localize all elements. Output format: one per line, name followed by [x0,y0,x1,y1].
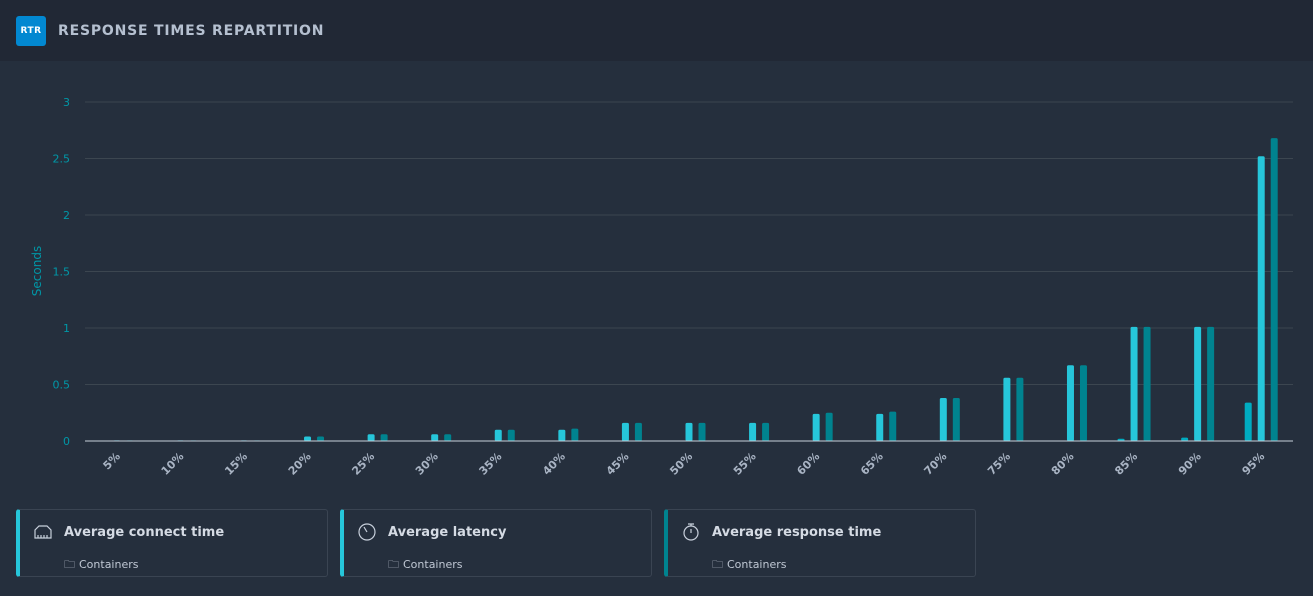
bar-average-latency [876,413,884,441]
bar-average-latency [621,422,629,441]
bar-average-latency [367,434,375,441]
bar-average-latency [1194,326,1202,441]
x-tick-label: 35% [477,450,505,478]
legend-item-connect-time[interactable]: Average connect time 🗀 Containers [16,509,328,577]
x-tick-label: 15% [222,450,250,478]
x-tick-label: 5% [101,450,123,472]
bar-average-latency [558,429,566,441]
x-tick-label: 55% [731,450,759,478]
x-tick-label: 25% [349,450,377,478]
bar-average-response-time [571,428,579,441]
bar-average-latency [939,398,947,441]
header: RTR RESPONSE TIMES REPARTITION [0,0,1313,61]
bar-average-response-time [698,422,706,441]
bar-average-latency [812,413,820,441]
bar-average-latency [431,434,439,441]
bar-average-response-time [762,422,770,441]
x-tick-label: 45% [604,450,632,478]
y-tick-label: 2 [63,209,70,222]
y-tick-label: 1.5 [53,266,71,279]
bar-average-latency [1130,326,1138,441]
bar-average-latency [749,422,757,441]
x-tick-label: 65% [858,450,886,478]
bar-average-response-time [889,411,897,441]
x-tick-label: 30% [413,450,441,478]
bar-average-response-time [317,436,325,441]
x-tick-label: 60% [794,450,822,478]
legend-sub: 🗀 Containers [388,558,463,571]
page-title: RESPONSE TIMES REPARTITION [58,22,325,39]
x-tick-label: 50% [667,450,695,478]
x-tick-label: 40% [540,450,568,478]
bar-average-latency [494,429,502,441]
legend-label: Average latency [388,525,507,540]
folder-icon: 🗀 [64,558,75,571]
bar-average-latency [304,436,312,441]
y-tick-label: 0 [63,435,70,448]
x-tick-label: 90% [1176,450,1204,478]
bar-average-response-time [634,422,642,441]
y-axis-label: Seconds [30,246,44,296]
legend-sub: 🗀 Containers [712,558,787,571]
legend-sub: 🗀 Containers [64,558,139,571]
y-tick-label: 0.5 [53,379,71,392]
bar-average-connect-time [1244,402,1252,441]
rtr-logo: RTR [16,15,46,46]
bar-average-latency [685,422,693,441]
stopwatch-icon [681,522,701,542]
x-tick-label: 70% [922,450,950,478]
timer-dial-icon [357,522,377,542]
legend-label: Average connect time [64,525,225,540]
bar-average-response-time [825,412,833,441]
bar-average-response-time [507,429,515,441]
y-tick-label: 2.5 [53,153,71,166]
bar-average-response-time [1270,138,1278,441]
legend-label: Average response time [712,525,882,540]
bar-average-connect-time [1181,437,1189,441]
bar-average-response-time [952,398,960,441]
x-tick-label: 75% [985,450,1013,478]
ethernet-port-icon [33,522,53,542]
bar-average-response-time [1143,326,1151,441]
bar-average-latency [1066,365,1074,441]
x-tick-label: 85% [1112,450,1140,478]
x-tick-label: 10% [159,450,187,478]
bar-average-response-time [444,434,452,441]
x-tick-label: 80% [1049,450,1077,478]
bar-average-response-time [380,434,388,441]
x-tick-label: 20% [286,450,314,478]
bar-chart: Seconds 00.511.522.535% 10% 15% 20% 25% 30% 35… [30,96,1293,478]
y-tick-label: 3 [63,96,70,109]
bar-average-response-time [1079,365,1087,441]
folder-icon: 🗀 [712,558,723,571]
legend-item-response-time[interactable]: Average response time 🗀 Containers [664,509,976,577]
bar-average-response-time [1016,377,1024,441]
x-tick-label: 95% [1240,450,1268,478]
bar-average-response-time [1207,326,1215,441]
legend-item-latency[interactable]: Average latency 🗀 Containers [340,509,652,577]
folder-icon: 🗀 [388,558,399,571]
bar-average-latency [1003,377,1011,441]
y-tick-label: 1 [63,322,70,335]
bar-average-latency [1257,156,1265,441]
